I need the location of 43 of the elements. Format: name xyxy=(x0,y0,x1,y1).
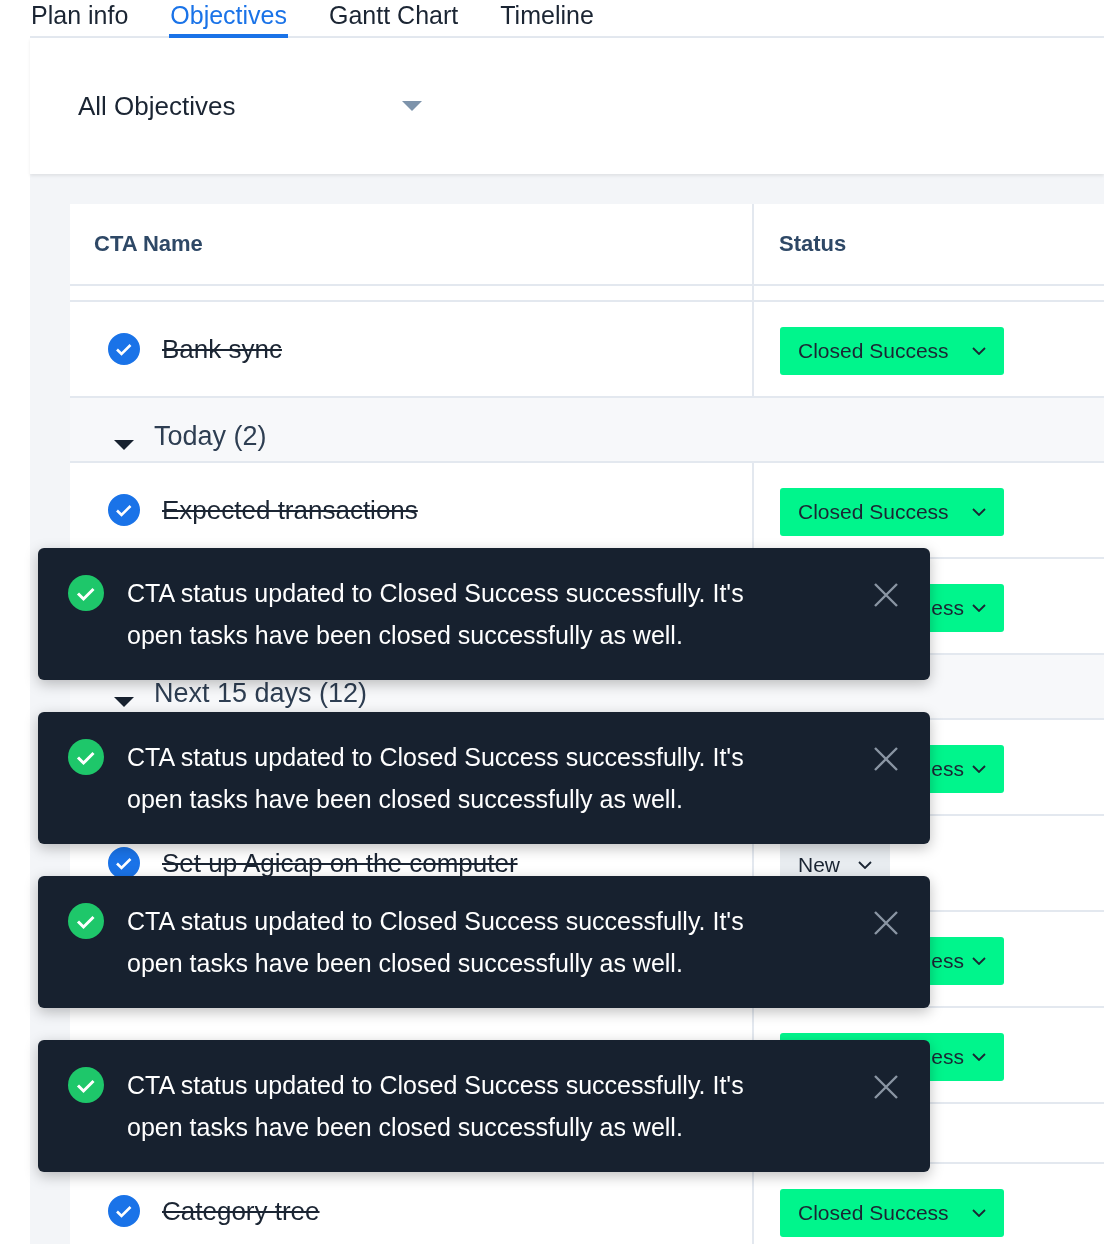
objectives-dropdown[interactable]: All Objectives xyxy=(78,90,422,122)
chevron-down-icon xyxy=(972,604,986,612)
status-dropdown[interactable]: Closed Success xyxy=(780,1189,1004,1237)
cta-name: Category tree xyxy=(162,1195,320,1227)
collapse-caret-icon[interactable] xyxy=(114,440,134,450)
cta-name: Bank sync xyxy=(162,333,282,365)
close-icon xyxy=(872,581,900,609)
collapse-caret-icon[interactable] xyxy=(114,697,134,707)
chevron-down-icon xyxy=(972,1053,986,1061)
tab[interactable]: Objectives xyxy=(169,1,288,38)
toast-message: CTA status updated to Closed Success successfully. It's open tasks have been closed successfully as well. xyxy=(127,1070,745,1143)
column-header: Status xyxy=(778,230,848,258)
status-dropdown[interactable]: Closed Success xyxy=(780,488,1004,536)
toast-message: CTA status updated to Closed Success successfully. It's open tasks have been closed successfully as well. xyxy=(127,906,745,979)
dropdown-caret-icon xyxy=(402,101,422,111)
tab[interactable]: Timeline xyxy=(499,1,595,38)
tab[interactable]: Gantt Chart xyxy=(328,1,460,38)
toast-message: CTA status updated to Closed Success successfully. It's open tasks have been closed successfully as well. xyxy=(127,742,745,815)
close-icon xyxy=(872,1073,900,1101)
chevron-down-icon xyxy=(972,1209,986,1217)
cta-name: Set up Agicap on the computer xyxy=(162,847,518,879)
success-check-icon xyxy=(67,738,105,776)
chevron-down-icon xyxy=(858,861,872,869)
close-icon xyxy=(872,909,900,937)
chevron-down-icon xyxy=(972,347,986,355)
chevron-down-icon xyxy=(972,765,986,773)
success-check-icon xyxy=(67,574,105,612)
chevron-down-icon xyxy=(972,957,986,965)
group-label: Next 15 days (12) xyxy=(154,678,368,709)
close-button[interactable] xyxy=(872,581,900,609)
success-check-icon xyxy=(67,902,105,940)
close-button[interactable] xyxy=(872,1073,900,1101)
close-icon xyxy=(872,745,900,773)
toast-message: CTA status updated to Closed Success successfully. It's open tasks have been closed successfully as well. xyxy=(127,578,745,651)
status-dropdown[interactable]: Closed Success xyxy=(780,327,1004,375)
chevron-down-icon xyxy=(972,508,986,516)
close-button[interactable] xyxy=(872,909,900,937)
tab[interactable]: Plan info xyxy=(30,1,130,38)
close-button[interactable] xyxy=(872,745,900,773)
success-check-icon xyxy=(67,1066,105,1104)
column-header: CTA Name xyxy=(70,204,754,284)
group-label: Today (2) xyxy=(154,421,267,452)
cta-name: Expected transactions xyxy=(162,494,418,526)
